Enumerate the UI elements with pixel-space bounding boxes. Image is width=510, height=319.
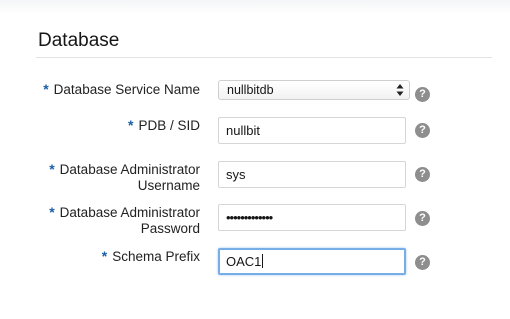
database-service-name-select[interactable]: nullbitdb [218,80,410,100]
help-icon[interactable]: ? [415,87,430,102]
admin-password-label: * Database Administrator Password [49,204,200,237]
pdb-sid-input[interactable]: nullbit [218,117,406,144]
top-shadow-strip [0,0,510,14]
admin-username-input[interactable]: sys [218,161,406,188]
label-text: Database Service Name [53,82,200,97]
schema-prefix-label: * Schema Prefix [102,248,200,265]
help-icon[interactable]: ? [415,211,430,226]
required-asterisk: * [101,248,108,264]
help-icon[interactable]: ? [415,167,430,182]
label-text-line2: Username [137,178,200,193]
text-cursor [262,254,264,268]
required-asterisk: * [49,204,55,220]
select-value: nullbitdb [227,83,274,97]
help-icon[interactable]: ? [415,123,430,138]
section-title: Database [38,30,120,51]
help-icon[interactable]: ? [415,255,430,270]
required-asterisk: * [128,117,134,133]
schema-prefix-value: OAC1 [226,254,262,269]
required-asterisk: * [49,161,55,177]
admin-username-label: * Database Administrator Username [49,161,200,194]
label-text: Schema Prefix [112,249,200,264]
label-text-line1: Database Administrator [59,205,200,220]
section-divider [36,57,492,58]
label-text-line1: Database Administrator [59,162,200,177]
select-updown-icon [396,84,404,96]
label-text-line2: Password [140,221,200,236]
label-text: PDB / SID [138,118,200,133]
database-service-name-label: * Database Service Name [43,81,200,98]
required-asterisk: * [43,81,49,97]
admin-password-input[interactable]: ••••••••••••• [218,204,406,231]
database-settings-page: Database * Database Service Name nullbitd… [0,0,510,319]
pdb-sid-label: * PDB / SID [128,117,200,134]
schema-prefix-input[interactable]: OAC1 [218,248,406,275]
